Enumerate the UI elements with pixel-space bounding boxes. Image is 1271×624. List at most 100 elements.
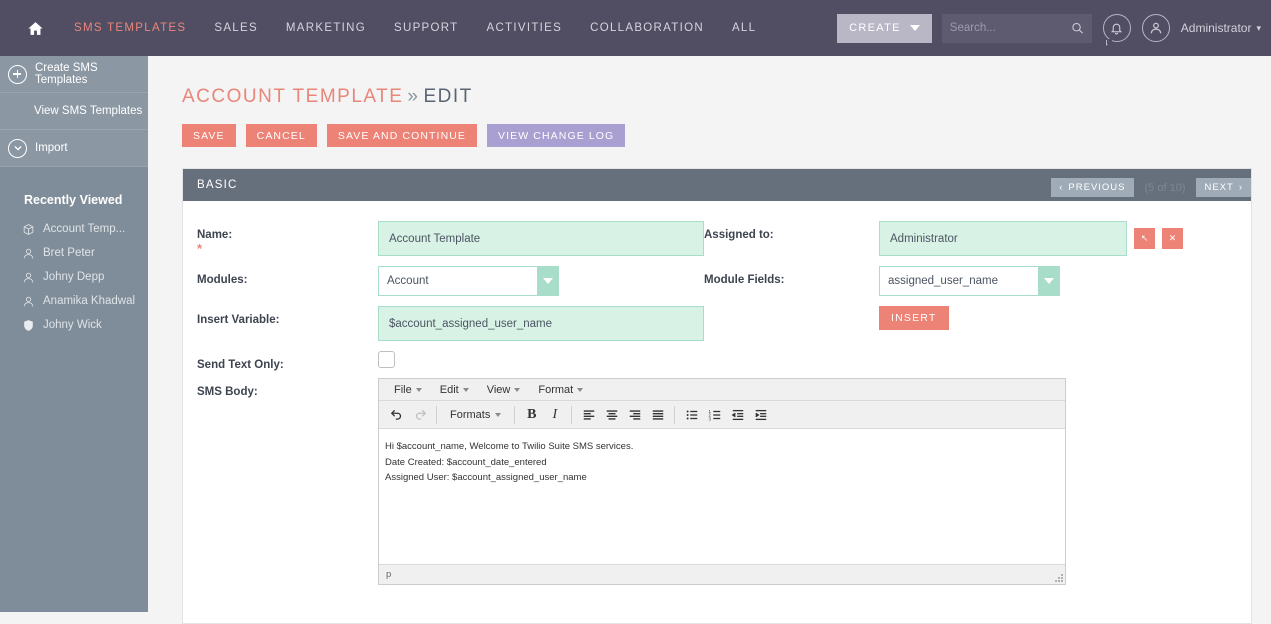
user-menu-chevron-icon[interactable]: ▾ <box>1256 23 1261 34</box>
editor-element-path[interactable]: p <box>386 569 391 580</box>
sms-body-editor[interactable]: File Edit View Format Formats B I 1 2 3 … <box>378 378 1066 585</box>
recent-item-label: Johny Wick <box>43 319 102 331</box>
previous-record-button[interactable]: ‹ PREVIOUS <box>1051 178 1134 197</box>
formats-dropdown[interactable]: Formats <box>442 409 509 421</box>
recent-item-johny-wick[interactable]: Johny Wick <box>0 313 148 337</box>
insert-button[interactable]: INSERT <box>879 306 949 330</box>
chevron-down-icon <box>909 25 920 31</box>
circle-down-arrow-icon <box>8 138 27 158</box>
bold-icon[interactable]: B <box>520 403 543 426</box>
modules-label: Modules: <box>197 274 248 286</box>
user-avatar[interactable] <box>1141 14 1170 42</box>
chevron-down-icon <box>514 387 521 392</box>
nav-item-support[interactable]: Support <box>380 22 472 34</box>
cube-icon <box>23 223 34 235</box>
resize-grip-icon[interactable] <box>1054 573 1063 582</box>
nav-item-marketing[interactable]: Marketing <box>272 22 380 34</box>
insert-variable-label: Insert Variable: <box>197 314 280 326</box>
recent-item-label: Account Temp... <box>43 223 126 235</box>
align-justify-icon[interactable] <box>646 403 669 426</box>
name-field-cell <box>378 221 704 266</box>
chevron-down-icon[interactable] <box>1038 266 1060 296</box>
editor-menu-label: View <box>486 383 511 396</box>
assigned-to-input[interactable] <box>879 221 1127 256</box>
previous-label: PREVIOUS <box>1068 182 1126 193</box>
notifications-button[interactable] <box>1102 14 1131 46</box>
record-pagination: ‹ PREVIOUS (5 of 10) NEXT › <box>1051 178 1251 197</box>
search-icon[interactable] <box>1071 21 1084 35</box>
view-change-log-button[interactable]: VIEW CHANGE LOG <box>487 124 626 147</box>
toolbar-separator <box>436 405 437 424</box>
shield-icon <box>24 319 33 331</box>
insert-button-cell: INSERT <box>879 306 1229 351</box>
align-center-icon[interactable] <box>600 403 623 426</box>
assigned-to-select-button[interactable]: ↖ <box>1134 228 1155 249</box>
sidebar: Create SMS Templates View SMS Templates … <box>0 56 168 612</box>
assigned-to-label: Assigned to: <box>704 229 774 241</box>
next-record-button[interactable]: NEXT › <box>1196 178 1251 197</box>
sms-body-cell: File Edit View Format Formats B I 1 2 3 … <box>378 378 1229 595</box>
undo-icon[interactable] <box>385 403 408 426</box>
sidebar-item-label: Import <box>35 142 68 154</box>
person-icon <box>23 296 34 306</box>
module-fields-select[interactable]: assigned_user_name <box>879 266 1060 296</box>
editor-menu-format[interactable]: Format <box>529 384 592 396</box>
editor-menu-label: File <box>394 383 412 396</box>
modules-field-cell: Account <box>378 266 704 306</box>
name-input[interactable] <box>378 221 704 256</box>
create-button[interactable]: CREATE <box>837 13 932 43</box>
assigned-to-clear-button[interactable]: ✕ <box>1162 228 1183 249</box>
chevron-down-icon <box>462 387 469 392</box>
person-icon <box>1150 22 1162 34</box>
insert-variable-cell <box>378 306 704 351</box>
search-box[interactable] <box>941 13 1092 43</box>
save-button[interactable]: SAVE <box>182 124 236 147</box>
editor-menu-file[interactable]: File <box>385 384 431 396</box>
basic-panel-title: BASIC <box>197 179 238 191</box>
recent-item-johny-depp[interactable]: Johny Depp <box>0 265 148 289</box>
user-name-label[interactable]: Administrator <box>1181 21 1252 35</box>
bullet-list-icon[interactable] <box>680 403 703 426</box>
editor-menu-edit[interactable]: Edit <box>431 384 478 396</box>
recent-item-anamika-khadwal[interactable]: Anamika Khadwal <box>0 289 148 313</box>
next-label: NEXT <box>1204 182 1234 193</box>
sidebar-item-create-sms-templates[interactable]: Create SMS Templates <box>0 56 148 93</box>
sms-body-label: SMS Body: <box>197 386 258 398</box>
chevron-down-icon[interactable] <box>537 266 559 296</box>
search-input[interactable] <box>949 22 1072 34</box>
name-label-text: Name: <box>197 229 233 241</box>
editor-menu-label: Edit <box>439 383 459 396</box>
module-fields-cell: assigned_user_name <box>879 266 1229 306</box>
numbered-list-icon[interactable]: 123 <box>703 403 726 426</box>
sidebar-item-view-sms-templates[interactable]: View SMS Templates <box>0 93 148 130</box>
indent-icon[interactable] <box>749 403 772 426</box>
toolbar-separator <box>571 405 573 424</box>
recent-item-account-template[interactable]: Account Temp... <box>0 217 148 241</box>
send-text-only-checkbox[interactable] <box>378 351 395 368</box>
nav-item-sales[interactable]: Sales <box>200 22 272 34</box>
insert-variable-input[interactable] <box>378 306 704 341</box>
cancel-button[interactable]: CANCEL <box>245 124 317 147</box>
save-and-continue-button[interactable]: SAVE AND CONTINUE <box>326 124 478 147</box>
align-right-icon[interactable] <box>623 403 646 426</box>
editor-content-area[interactable]: Hi $account_name, Welcome to Twilio Suit… <box>379 429 1065 564</box>
recent-item-bret-peter[interactable]: Bret Peter <box>0 241 148 265</box>
home-icon[interactable] <box>24 17 46 39</box>
sidebar-item-import[interactable]: Import <box>0 130 148 167</box>
nav-item-activities[interactable]: Activities <box>472 22 576 34</box>
nav-item-all[interactable]: All <box>718 22 770 34</box>
redo-icon[interactable] <box>408 403 431 426</box>
modules-select[interactable]: Account <box>378 266 559 296</box>
align-left-icon[interactable] <box>577 403 600 426</box>
nav-item-collaboration[interactable]: Collaboration <box>576 22 718 34</box>
row4-spacer-a <box>704 351 879 378</box>
record-count-label: (5 of 10) <box>1144 181 1186 194</box>
page-title-module: ACCOUNT TEMPLATE <box>182 86 404 107</box>
outdent-icon[interactable] <box>726 403 749 426</box>
primary-nav-items: SMS Templates Sales Marketing Support Ac… <box>60 22 770 34</box>
nav-item-sms-templates[interactable]: SMS Templates <box>60 22 200 34</box>
toolbar-separator <box>514 405 516 424</box>
italic-icon[interactable]: I <box>543 403 566 426</box>
bell-icon <box>1111 23 1123 34</box>
editor-menu-view[interactable]: View <box>478 384 530 396</box>
